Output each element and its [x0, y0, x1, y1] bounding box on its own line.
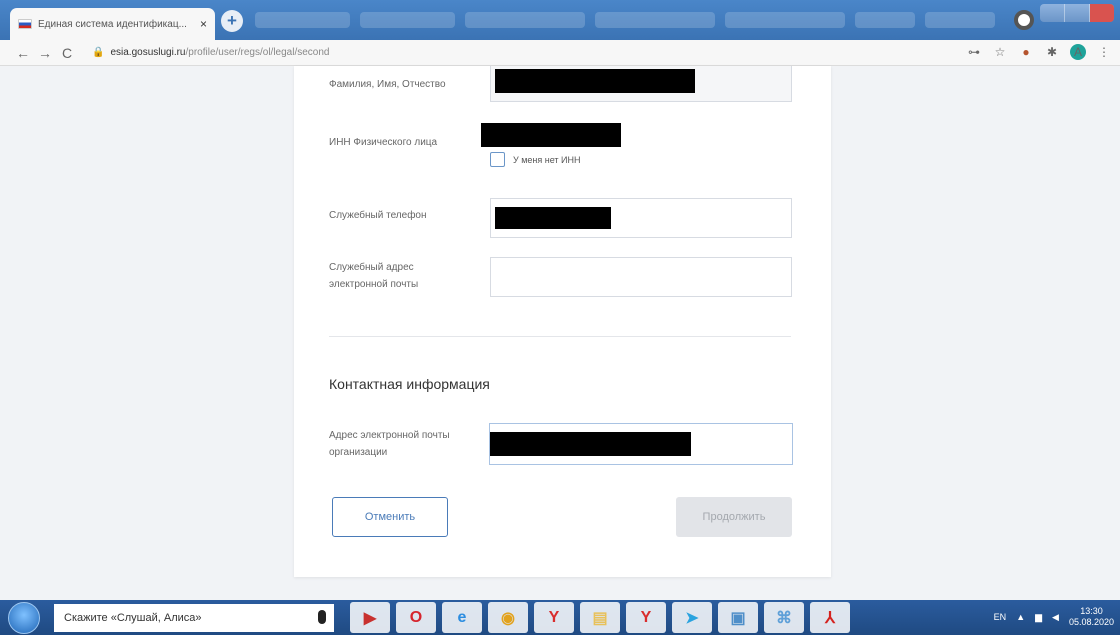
active-tab[interactable]: Единая система идентификац... ×	[10, 8, 215, 40]
extension-icon[interactable]: ●	[1018, 45, 1034, 59]
registration-form-card: Фамилия, Имя, Отчество ИНН Физического л…	[294, 66, 831, 577]
work-email-label: Служебный адрес электронной почты	[329, 262, 419, 290]
window-close-button[interactable]	[1090, 4, 1114, 22]
clock-time: 13:30	[1080, 606, 1103, 616]
clock-date: 05.08.2020	[1068, 617, 1114, 627]
background-tab[interactable]	[255, 12, 350, 28]
maximize-button[interactable]	[1065, 4, 1090, 22]
phone-label: Служебный телефон	[329, 210, 427, 221]
window-controls	[1040, 4, 1114, 22]
opera-icon[interactable]: O	[396, 602, 436, 633]
background-tab[interactable]	[465, 12, 585, 28]
taskbar-apps: ▶ Oe ◉ Y ▤ Y ➤ ▣ ⌘ ⅄	[350, 602, 850, 633]
browser-toolbar: ← → C 🔒 esia.gosuslugi.ru/profile/user/r…	[0, 40, 1120, 66]
start-button[interactable]	[8, 602, 40, 634]
profile-avatar[interactable]: А	[1070, 44, 1086, 60]
continue-button[interactable]: Продолжить	[676, 497, 792, 537]
browser-profile-icon[interactable]	[1014, 10, 1034, 30]
background-tab[interactable]	[855, 12, 915, 28]
background-tab[interactable]	[725, 12, 845, 28]
tab-close-icon[interactable]: ×	[200, 17, 207, 31]
inn-label: ИНН Физического лица	[329, 137, 438, 148]
key-icon[interactable]: ⊶	[966, 45, 982, 59]
russian-flag-icon	[18, 19, 32, 29]
windows-taskbar: Скажите «Слушай, Алиса» ▶ Oe ◉ Y ▤ Y ➤ ▣ ⌘ ⅄ EN ▲…	[0, 600, 1120, 635]
system-tray: EN ▲ ▆ ◀ 13:30 05.08.2020	[994, 606, 1114, 628]
contact-section-title: Контактная информация	[329, 376, 490, 392]
fio-field[interactable]	[490, 66, 792, 102]
inn-value-redacted[interactable]	[481, 123, 621, 147]
language-indicator[interactable]: EN	[994, 612, 1007, 622]
chrome-icon[interactable]: ◉	[488, 602, 528, 633]
file-explorer-icon[interactable]: ▤	[580, 602, 620, 633]
address-bar[interactable]: esia.gosuslugi.ru/profile/user/regs/ol/l…	[110, 47, 329, 58]
ie-icon[interactable]: e	[442, 602, 482, 633]
volume-icon[interactable]: ◀	[1052, 612, 1059, 623]
new-tab-button[interactable]: +	[221, 10, 243, 32]
no-inn-label: У меня нет ИНН	[513, 155, 581, 165]
url-domain: esia.gosuslugi.ru	[110, 47, 186, 58]
menu-icon[interactable]: ⋮	[1096, 45, 1112, 59]
star-icon[interactable]: ☆	[992, 45, 1008, 59]
microphone-icon[interactable]	[318, 610, 326, 624]
media-app-icon[interactable]: ▶	[350, 602, 390, 633]
minimize-button[interactable]	[1040, 4, 1065, 22]
telegram-icon[interactable]: ➤	[672, 602, 712, 633]
redacted-block	[495, 69, 695, 93]
browser-tabstrip: Единая система идентификац... × +	[0, 0, 1120, 40]
redacted-block	[490, 432, 691, 456]
work-email-field[interactable]	[490, 257, 792, 297]
cancel-button[interactable]: Отменить	[332, 497, 448, 537]
tray-expand-icon[interactable]: ▲	[1016, 612, 1025, 622]
alice-search-box[interactable]: Скажите «Слушай, Алиса»	[54, 604, 334, 632]
back-button[interactable]: ←	[12, 45, 34, 61]
yandex-app-icon[interactable]: Y	[626, 602, 666, 633]
section-divider	[329, 336, 791, 337]
redacted-block	[495, 207, 611, 229]
toolbar-actions: ⊶ ☆ ● ✱ А ⋮	[966, 44, 1112, 60]
background-tab[interactable]	[595, 12, 715, 28]
phone-field[interactable]	[490, 198, 792, 238]
org-email-field[interactable]	[489, 423, 793, 465]
no-inn-checkbox[interactable]	[490, 152, 505, 167]
fio-label: Фамилия, Имя, Отчество	[329, 79, 446, 90]
background-tab[interactable]	[925, 12, 995, 28]
network-app-icon[interactable]: ⌘	[764, 602, 804, 633]
yandex-browser-icon[interactable]: Y	[534, 602, 574, 633]
lock-icon[interactable]: 🔒	[92, 47, 104, 58]
acrobat-icon[interactable]: ⅄	[810, 602, 850, 633]
org-email-label: Адрес электронной почты организации	[329, 430, 450, 458]
forward-button[interactable]: →	[34, 45, 56, 61]
search-placeholder: Скажите «Слушай, Алиса»	[64, 612, 202, 624]
background-tab[interactable]	[360, 12, 455, 28]
reload-button[interactable]: C	[56, 45, 78, 61]
photos-icon[interactable]: ▣	[718, 602, 758, 633]
clock[interactable]: 13:30 05.08.2020	[1069, 606, 1114, 628]
puzzle-icon[interactable]: ✱	[1044, 45, 1060, 59]
url-path: /profile/user/regs/ol/legal/second	[185, 47, 330, 58]
tab-title: Единая система идентификац...	[38, 18, 187, 30]
network-icon[interactable]: ▆	[1035, 612, 1042, 623]
